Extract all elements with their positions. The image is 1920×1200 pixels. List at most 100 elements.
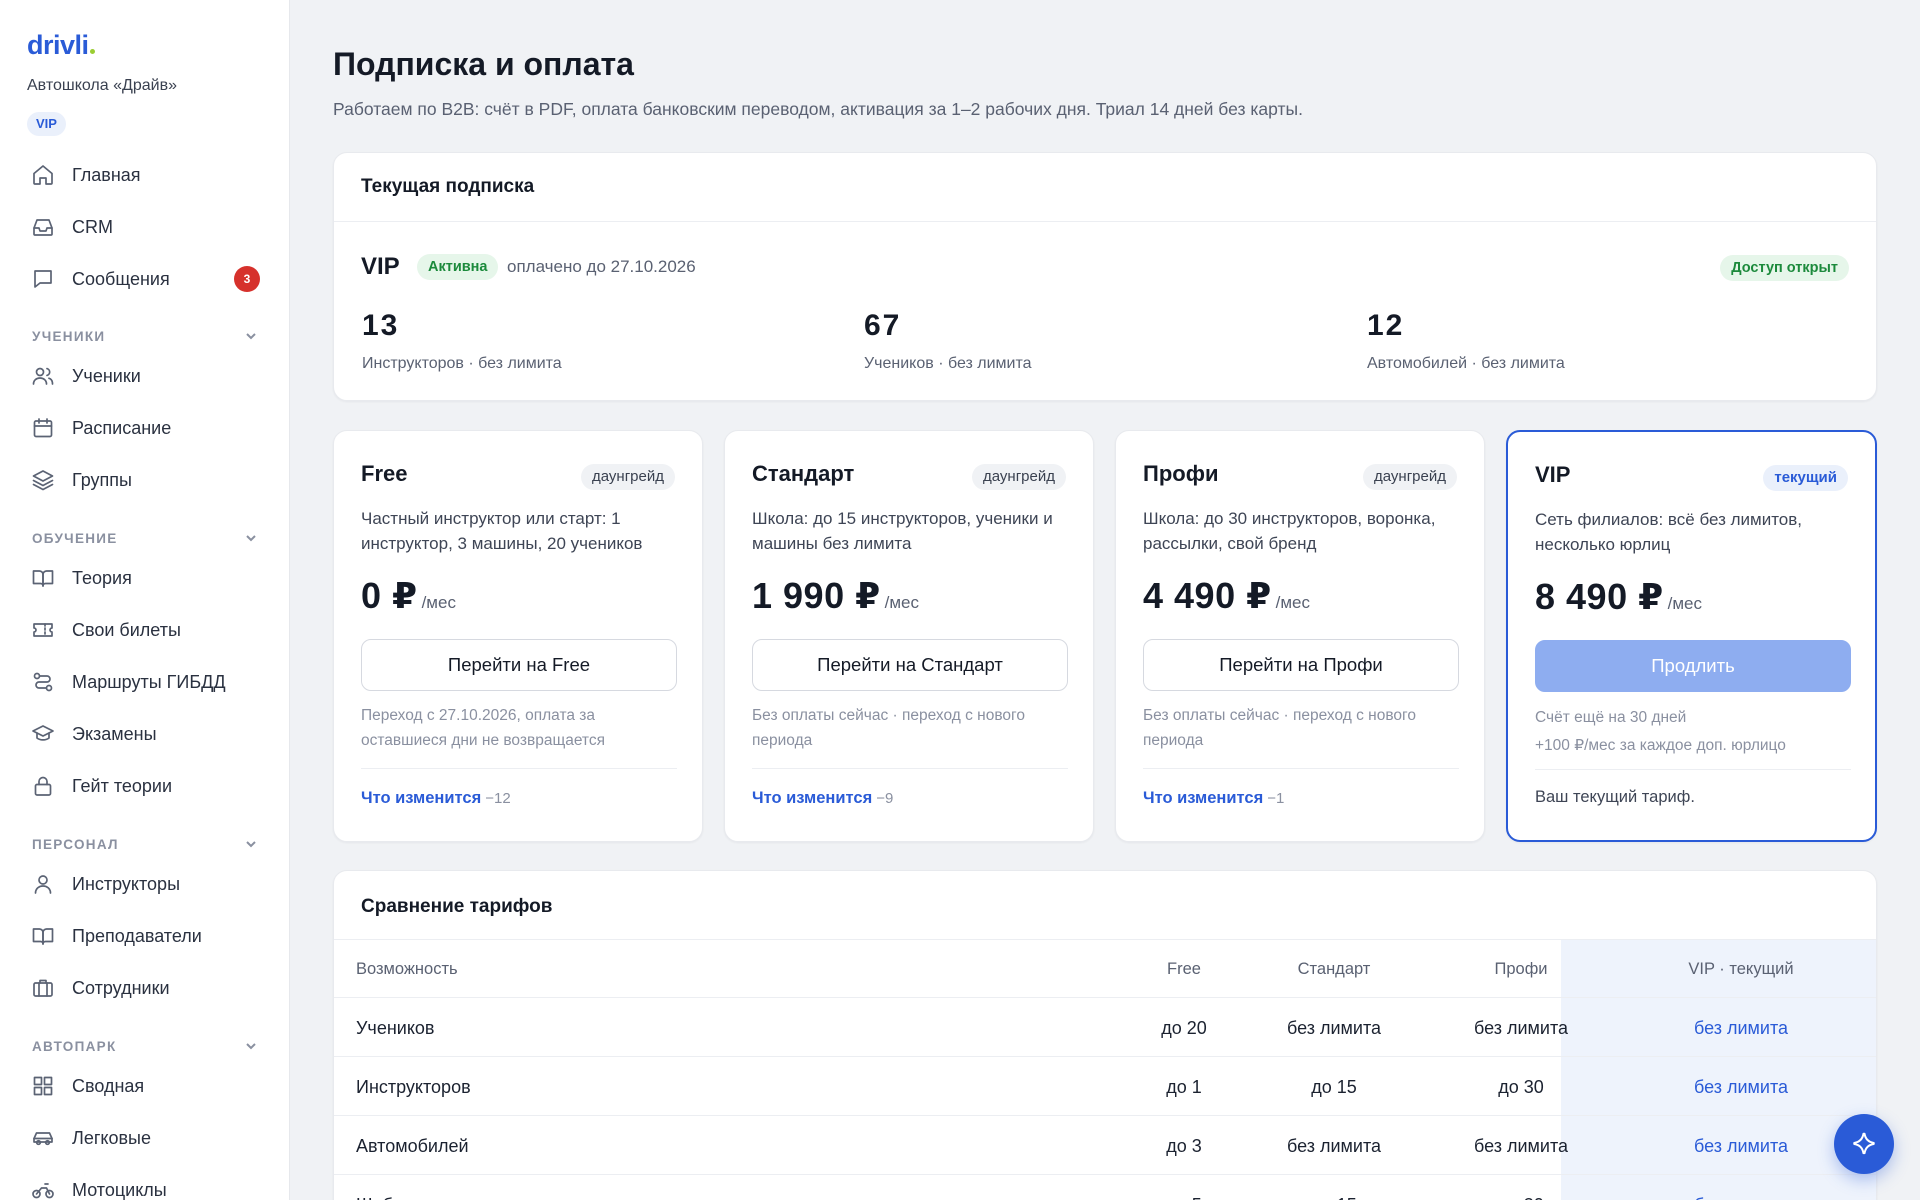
sidebar-item-groups[interactable]: Группы	[30, 460, 260, 500]
grid-icon	[30, 1073, 56, 1099]
what-changes-link[interactable]: Что изменится	[1143, 789, 1263, 807]
sidebar-item-label: Мотоциклы	[72, 1179, 167, 1200]
sidebar-item-label: Ученики	[72, 365, 141, 386]
plan-name: VIP	[1535, 462, 1571, 487]
users-icon	[30, 363, 56, 389]
switch-to-standard-button[interactable]: Перейти на Стандарт	[752, 639, 1068, 691]
unread-count-badge: 3	[234, 266, 260, 292]
current-plan-tag: текущий	[1763, 465, 1848, 491]
book-open-icon	[30, 565, 56, 591]
plan-card-free: Free даунгрейд Частный инструктор или ст…	[333, 430, 703, 842]
sidebar-item-theory[interactable]: Теория	[30, 558, 260, 598]
section-students[interactable]: УЧЕНИКИ	[32, 326, 258, 346]
plan-note: Без оплаты сейчас · переход с нового пер…	[1143, 707, 1416, 749]
status-badge: Активна	[417, 254, 499, 280]
sidebar-item-home[interactable]: Главная	[30, 155, 260, 195]
sidebar-item-exams[interactable]: Экзамены	[30, 714, 260, 754]
sidebar-item-label: Сводная	[72, 1075, 145, 1096]
motorcycle-icon	[30, 1177, 56, 1200]
sidebar-item-label: Легковые	[72, 1127, 151, 1148]
what-changes-row: Что изменится −12	[361, 789, 511, 808]
switch-to-free-button[interactable]: Перейти на Free	[361, 639, 677, 691]
stat-students: 67 Учеников · без лимита	[864, 309, 1032, 372]
current-subscription-card: Текущая подписка VIP Активна оплачено до…	[333, 152, 1877, 401]
change-delta: −9	[876, 790, 894, 807]
plan-description: Школа: до 30 инструкторов, воронка, расс…	[1143, 509, 1436, 553]
sidebar-item-messages[interactable]: Сообщения 3	[30, 259, 260, 299]
divider	[334, 221, 1876, 222]
ticket-icon	[30, 617, 56, 643]
sidebar-item-motorcycles[interactable]: Мотоциклы	[30, 1170, 260, 1200]
tier-badge: VIP	[27, 112, 66, 136]
layers-icon	[30, 467, 56, 493]
sidebar-item-label: Преподаватели	[72, 925, 202, 946]
sidebar-item-cars[interactable]: Легковые	[30, 1118, 260, 1158]
access-badge: Доступ открыт	[1720, 255, 1849, 281]
sidebar-item-instructors[interactable]: Инструкторы	[30, 864, 260, 904]
sidebar-item-label: Маршруты ГИБДД	[72, 671, 226, 692]
sidebar-item-label: Теория	[72, 567, 132, 588]
route-icon	[30, 669, 56, 695]
sidebar-item-teachers[interactable]: Преподаватели	[30, 916, 260, 956]
sidebar-item-label: Свои билеты	[72, 619, 181, 640]
page-title: Подписка и оплата	[333, 46, 634, 82]
sparkle-icon	[1853, 1132, 1875, 1155]
sidebar: drivli Автошкола «Драйв» VIP Главная CRM…	[0, 0, 290, 1200]
sidebar-item-label: Сообщения	[72, 268, 170, 289]
assistant-fab-button[interactable]	[1834, 1114, 1894, 1174]
renew-button[interactable]: Продлить	[1535, 640, 1851, 692]
divider	[1143, 768, 1459, 769]
plan-tag: даунгрейд	[581, 464, 675, 490]
plan-description: Частный инструктор или старт: 1 инструкт…	[361, 509, 643, 553]
sidebar-item-label: Экзамены	[72, 723, 157, 744]
sidebar-item-students[interactable]: Ученики	[30, 356, 260, 396]
divider	[361, 768, 677, 769]
car-icon	[30, 1125, 56, 1151]
user-icon	[30, 871, 56, 897]
change-delta: −12	[485, 790, 511, 807]
stat-cars: 12 Автомобилей · без лимита	[1367, 309, 1565, 372]
sidebar-item-schedule[interactable]: Расписание	[30, 408, 260, 448]
briefcase-icon	[30, 975, 56, 1001]
table-row: Учеников до 20 без лимита без лимита без…	[334, 999, 1876, 1057]
sidebar-item-tickets[interactable]: Свои билеты	[30, 610, 260, 650]
stat-instructors: 13 Инструкторов · без лимита	[362, 309, 562, 372]
calendar-icon	[30, 415, 56, 441]
section-fleet[interactable]: АВТОПАРК	[32, 1036, 258, 1056]
plan-name: Free	[361, 461, 408, 486]
paid-until: оплачено до 27.10.2026	[507, 257, 696, 276]
section-staff[interactable]: ПЕРСОНАЛ	[32, 834, 258, 854]
plan-price: 8 490 ₽/мес	[1535, 576, 1703, 617]
sidebar-item-gate[interactable]: Гейт теории	[30, 766, 260, 806]
what-changes-row: Что изменится −9	[752, 789, 893, 808]
divider	[1535, 769, 1851, 770]
sidebar-item-label: Расписание	[72, 417, 172, 438]
comparison-card: Сравнение тарифов Возможность Free Станд…	[333, 870, 1877, 1200]
plan-name: Стандарт	[752, 461, 855, 486]
card-heading: Текущая подписка	[361, 176, 535, 197]
current-plan-text: Ваш текущий тариф.	[1535, 788, 1695, 806]
sidebar-item-routes[interactable]: Маршруты ГИБДД	[30, 662, 260, 702]
plan-note: Без оплаты сейчас · переход с нового пер…	[752, 707, 1025, 749]
plan-description: Школа: до 15 инструкторов, ученики и маш…	[752, 509, 1053, 553]
plan-card-pro: Профи даунгрейд Школа: до 30 инструкторо…	[1115, 430, 1485, 842]
table-row: Шаблонов документов до 5 до 15 до 30 без…	[334, 1176, 1876, 1200]
sidebar-item-summary[interactable]: Сводная	[30, 1066, 260, 1106]
sidebar-item-crm[interactable]: CRM	[30, 207, 260, 247]
what-changes-row: Что изменится −1	[1143, 789, 1284, 808]
plan-price: 1 990 ₽/мес	[752, 575, 920, 616]
section-learning[interactable]: ОБУЧЕНИЕ	[32, 528, 258, 548]
sidebar-item-label: Группы	[72, 469, 132, 490]
lock-icon	[30, 773, 56, 799]
page-subtitle: Работаем по B2B: счёт в PDF, оплата банк…	[333, 99, 1303, 119]
what-changes-link[interactable]: Что изменится	[361, 789, 481, 807]
switch-to-pro-button[interactable]: Перейти на Профи	[1143, 639, 1459, 691]
main-content: Подписка и оплата Работаем по B2B: счёт …	[290, 0, 1920, 1200]
sidebar-item-employees[interactable]: Сотрудники	[30, 968, 260, 1008]
logo[interactable]: drivli	[27, 30, 95, 61]
chat-icon	[30, 266, 56, 292]
plan-note: Переход с 27.10.2026, оплата за оставшие…	[361, 707, 606, 749]
plan-tag: даунгрейд	[1363, 464, 1457, 490]
chevron-down-icon	[246, 333, 256, 340]
what-changes-link[interactable]: Что изменится	[752, 789, 872, 807]
